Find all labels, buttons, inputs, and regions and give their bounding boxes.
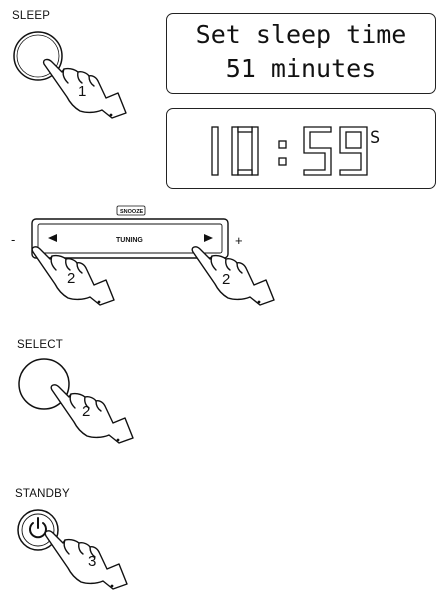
step-number-2b: 2 bbox=[222, 271, 230, 288]
pointing-hand-icon-2b bbox=[191, 246, 275, 306]
step-number-1: 1 bbox=[78, 83, 86, 100]
diagram-graphics: S 1 SNOOZE TUNING - + 2 2 2 3 bbox=[11, 31, 380, 590]
plus-sign: + bbox=[235, 233, 243, 248]
clock-seconds-indicator: S bbox=[370, 128, 380, 148]
step-number-3: 3 bbox=[88, 553, 96, 570]
step-number-2a: 2 bbox=[67, 270, 75, 287]
minus-sign: - bbox=[11, 232, 15, 247]
clock-digits bbox=[211, 126, 368, 176]
pointing-hand-icon-4 bbox=[44, 530, 128, 590]
pointing-hand-icon-3 bbox=[50, 384, 134, 444]
step-number-select: 2 bbox=[82, 403, 90, 420]
tuning-label: TUNING bbox=[116, 237, 143, 244]
snooze-label: SNOOZE bbox=[120, 209, 144, 215]
